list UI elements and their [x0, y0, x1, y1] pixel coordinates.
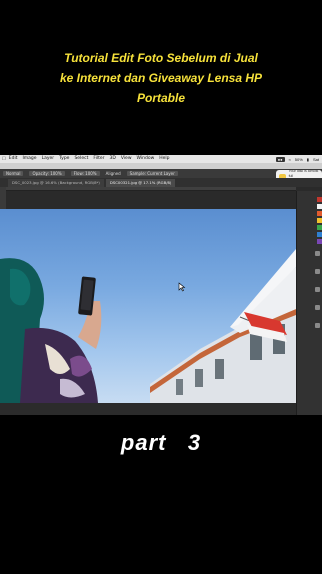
opacity-field[interactable]: Opacity: 100% [29, 171, 65, 176]
menu-window[interactable]: Window [137, 155, 155, 163]
swatch-red[interactable] [317, 197, 322, 202]
building-illustration [150, 249, 296, 403]
canvas-status-bar [0, 403, 296, 415]
clock-day: Sat [312, 156, 319, 162]
person-illustration [0, 258, 102, 403]
panel-icon[interactable] [315, 305, 320, 310]
part-caption: part 3 [120, 430, 202, 455]
video-title-caption: Tutorial Edit Foto Sebelum di Jual ke In… [59, 51, 263, 105]
menu-layer[interactable]: Layer [42, 155, 55, 163]
status-badge: ●● [275, 156, 285, 162]
menubar-status-area: ●● ≈ 50% ▮ Sat [272, 156, 322, 162]
swatch-green[interactable] [317, 225, 322, 230]
swatch-yellow[interactable] [317, 218, 322, 223]
apple-icon[interactable]:  [2, 156, 6, 162]
panel-icon[interactable] [315, 269, 320, 274]
photo-image [0, 249, 296, 403]
mac-menubar:  Edit Image Layer Type Select Filter 3D… [0, 155, 322, 163]
blend-mode-select[interactable]: Normal [3, 171, 24, 176]
swatch-orange[interactable] [317, 211, 322, 216]
photoshop-screenshot:  Edit Image Layer Type Select Filter 3D… [0, 155, 322, 415]
menu-edit[interactable]: Edit [9, 155, 18, 163]
right-panels [296, 191, 322, 415]
menu-3d[interactable]: 3D [110, 155, 116, 163]
swatch-blue[interactable] [317, 232, 322, 237]
panel-icon[interactable] [315, 287, 320, 292]
panel-icon[interactable] [315, 323, 320, 328]
tab-document-1[interactable]: DSC_0023.jpg @ 16.6% (Background, RGB/8*… [8, 179, 104, 187]
document-tabbar: DSC_0023.jpg @ 16.6% (Background, RGB/8*… [0, 178, 322, 187]
top-ruler [6, 187, 296, 191]
swatch-purple[interactable] [317, 239, 322, 244]
battery-icon[interactable]: ▮ [307, 157, 309, 162]
flow-field[interactable]: Flow: 100% [70, 171, 100, 176]
tab-document-2[interactable]: DSC00321.jpg @ 17.1% (RGB/8) [105, 179, 176, 187]
photo-canvas[interactable] [0, 209, 296, 403]
battery-percent: 50% [294, 156, 303, 162]
menu-help[interactable]: Help [159, 155, 169, 163]
panel-icon[interactable] [315, 251, 320, 256]
menu-image[interactable]: Image [22, 155, 36, 163]
menu-view[interactable]: View [121, 155, 132, 163]
swatch-white[interactable] [317, 204, 322, 209]
tool-options-bar: Normal Opacity: 100% Flow: 100% Aligned … [0, 169, 322, 178]
menu-select[interactable]: Select [74, 155, 88, 163]
mouse-cursor-icon [178, 282, 186, 292]
aligned-checkbox[interactable]: Aligned [106, 171, 121, 176]
menu-filter[interactable]: Filter [93, 155, 104, 163]
menu-type[interactable]: Type [59, 155, 69, 163]
sample-select[interactable]: Sample: Current Layer [126, 171, 178, 176]
wifi-icon[interactable]: ≈ [289, 157, 291, 162]
